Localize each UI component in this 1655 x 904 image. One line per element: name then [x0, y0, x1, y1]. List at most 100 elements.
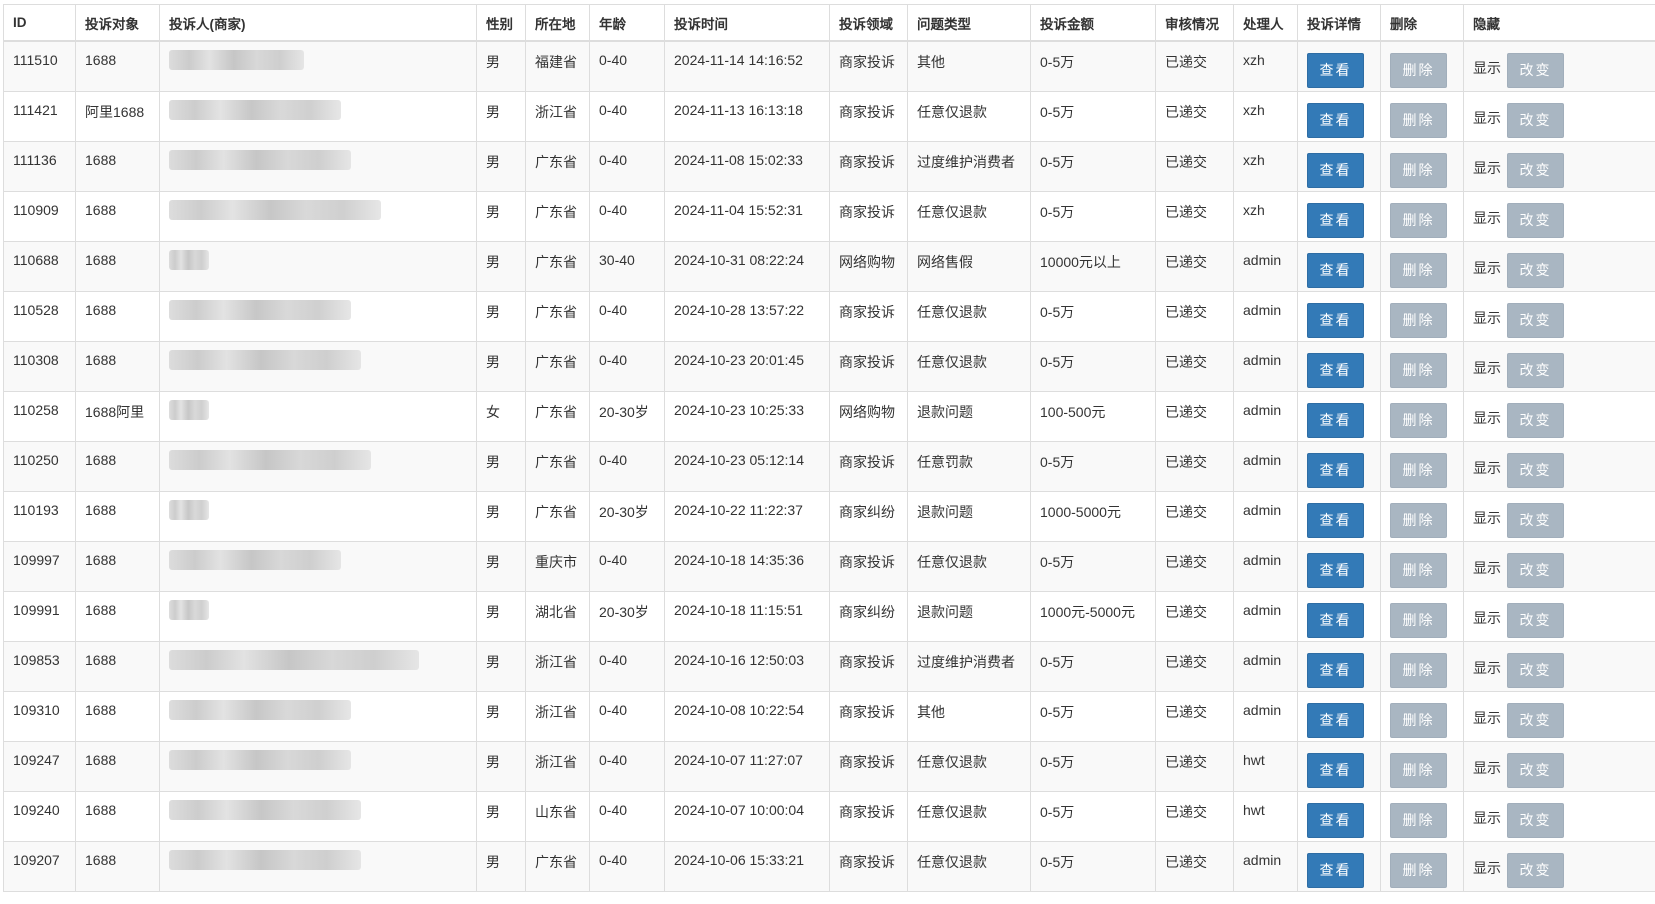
change-visibility-button[interactable]: 改变 — [1507, 53, 1564, 88]
cell-target: 1688 — [75, 590, 160, 642]
cell-status: 已递交 — [1155, 90, 1234, 142]
col-header-amount[interactable]: 投诉金额 — [1030, 4, 1156, 42]
change-visibility-button[interactable]: 改变 — [1507, 302, 1564, 338]
redacted-complainant-name — [169, 99, 341, 120]
change-visibility-button[interactable]: 改变 — [1507, 752, 1564, 788]
change-visibility-button[interactable]: 改变 — [1507, 352, 1564, 388]
view-button[interactable]: 查看 — [1307, 652, 1364, 688]
delete-button[interactable]: 删除 — [1390, 402, 1447, 438]
visibility-controls: 显示 改变 — [1473, 202, 1655, 238]
visibility-controls: 显示 改变 — [1473, 52, 1655, 88]
col-header-location[interactable]: 所在地 — [525, 4, 590, 42]
cell-amount: 10000元以上 — [1030, 240, 1156, 292]
view-button[interactable]: 查看 — [1307, 352, 1364, 388]
cell-gender: 男 — [476, 790, 526, 842]
delete-button[interactable]: 删除 — [1390, 752, 1447, 788]
change-visibility-button[interactable]: 改变 — [1507, 552, 1564, 588]
delete-button[interactable]: 删除 — [1390, 252, 1447, 288]
delete-button[interactable]: 删除 — [1390, 53, 1447, 88]
col-header-hide[interactable]: 隐藏 — [1463, 4, 1655, 42]
delete-button[interactable]: 删除 — [1390, 202, 1447, 238]
col-header-id[interactable]: ID — [3, 4, 76, 42]
col-header-details[interactable]: 投诉详情 — [1297, 4, 1381, 42]
view-button[interactable]: 查看 — [1307, 302, 1364, 338]
view-button[interactable]: 查看 — [1307, 702, 1364, 738]
delete-button[interactable]: 删除 — [1390, 552, 1447, 588]
col-header-domain[interactable]: 投诉领域 — [829, 4, 908, 42]
cell-age: 0-40 — [589, 440, 665, 492]
cell-delete: 删除 — [1380, 290, 1464, 342]
col-header-delete[interactable]: 删除 — [1380, 4, 1464, 42]
cell-hide: 显示 改变 — [1463, 790, 1655, 842]
col-header-status[interactable]: 审核情况 — [1155, 4, 1234, 42]
view-button[interactable]: 查看 — [1307, 502, 1364, 538]
change-visibility-button[interactable]: 改变 — [1507, 702, 1564, 738]
view-button[interactable]: 查看 — [1307, 802, 1364, 838]
change-visibility-button[interactable]: 改变 — [1507, 652, 1564, 688]
delete-button[interactable]: 删除 — [1390, 152, 1447, 188]
cell-status: 已递交 — [1155, 190, 1234, 242]
change-visibility-button[interactable]: 改变 — [1507, 252, 1564, 288]
change-visibility-button[interactable]: 改变 — [1507, 852, 1564, 888]
change-visibility-button[interactable]: 改变 — [1507, 402, 1564, 438]
delete-button[interactable]: 删除 — [1390, 502, 1447, 538]
col-header-age[interactable]: 年龄 — [589, 4, 665, 42]
change-visibility-button[interactable]: 改变 — [1507, 202, 1564, 238]
cell-amount: 0-5万 — [1030, 40, 1156, 92]
cell-status: 已递交 — [1155, 590, 1234, 642]
change-visibility-button[interactable]: 改变 — [1507, 452, 1564, 488]
cell-domain: 商家投诉 — [829, 140, 908, 192]
change-visibility-button[interactable]: 改变 — [1507, 502, 1564, 538]
visibility-controls: 显示 改变 — [1473, 802, 1655, 838]
view-button[interactable]: 查看 — [1307, 452, 1364, 488]
col-header-issue-type[interactable]: 问题类型 — [907, 4, 1031, 42]
change-visibility-button[interactable]: 改变 — [1507, 102, 1564, 138]
cell-domain: 商家投诉 — [829, 90, 908, 142]
cell-complainant — [159, 390, 477, 442]
view-button[interactable]: 查看 — [1307, 252, 1364, 288]
cell-handler: xzh — [1233, 140, 1298, 192]
view-button[interactable]: 查看 — [1307, 752, 1364, 788]
col-header-target[interactable]: 投诉对象 — [75, 4, 160, 42]
view-button[interactable]: 查看 — [1307, 602, 1364, 638]
cell-amount: 0-5万 — [1030, 290, 1156, 342]
view-button[interactable]: 查看 — [1307, 152, 1364, 188]
cell-time: 2024-11-14 14:16:52 — [664, 40, 830, 92]
change-visibility-button[interactable]: 改变 — [1507, 152, 1564, 188]
cell-target: 1688 — [75, 240, 160, 292]
cell-handler: xzh — [1233, 40, 1298, 92]
view-button[interactable]: 查看 — [1307, 202, 1364, 238]
cell-delete: 删除 — [1380, 240, 1464, 292]
view-button[interactable]: 查看 — [1307, 402, 1364, 438]
redacted-complainant-name — [169, 149, 351, 170]
col-header-handler[interactable]: 处理人 — [1233, 4, 1298, 42]
table-row: 110308 1688 男广东省 0-40 2024-10-23 20:01:45 商家投… — [3, 340, 1655, 392]
delete-button[interactable]: 删除 — [1390, 852, 1447, 888]
visibility-status: 显示 — [1473, 60, 1501, 76]
cell-target: 1688 — [75, 40, 160, 92]
delete-button[interactable]: 删除 — [1390, 652, 1447, 688]
delete-button[interactable]: 删除 — [1390, 702, 1447, 738]
change-visibility-button[interactable]: 改变 — [1507, 802, 1564, 838]
col-header-time[interactable]: 投诉时间 — [664, 4, 830, 42]
cell-gender: 男 — [476, 240, 526, 292]
delete-button[interactable]: 删除 — [1390, 452, 1447, 488]
cell-hide: 显示 改变 — [1463, 690, 1655, 742]
redacted-complainant-name — [169, 749, 351, 770]
visibility-controls: 显示 改变 — [1473, 452, 1655, 488]
view-button[interactable]: 查看 — [1307, 53, 1364, 88]
redacted-complainant-name — [169, 549, 341, 570]
delete-button[interactable]: 删除 — [1390, 802, 1447, 838]
delete-button[interactable]: 删除 — [1390, 102, 1447, 138]
view-button[interactable]: 查看 — [1307, 552, 1364, 588]
col-header-gender[interactable]: 性别 — [476, 4, 526, 42]
view-button[interactable]: 查看 — [1307, 852, 1364, 888]
view-button[interactable]: 查看 — [1307, 102, 1364, 138]
change-visibility-button[interactable]: 改变 — [1507, 602, 1564, 638]
col-header-complainant[interactable]: 投诉人(商家) — [159, 4, 477, 42]
delete-button[interactable]: 删除 — [1390, 352, 1447, 388]
cell-issue-type: 任意仅退款 — [907, 290, 1031, 342]
cell-amount: 0-5万 — [1030, 790, 1156, 842]
delete-button[interactable]: 删除 — [1390, 602, 1447, 638]
delete-button[interactable]: 删除 — [1390, 302, 1447, 338]
